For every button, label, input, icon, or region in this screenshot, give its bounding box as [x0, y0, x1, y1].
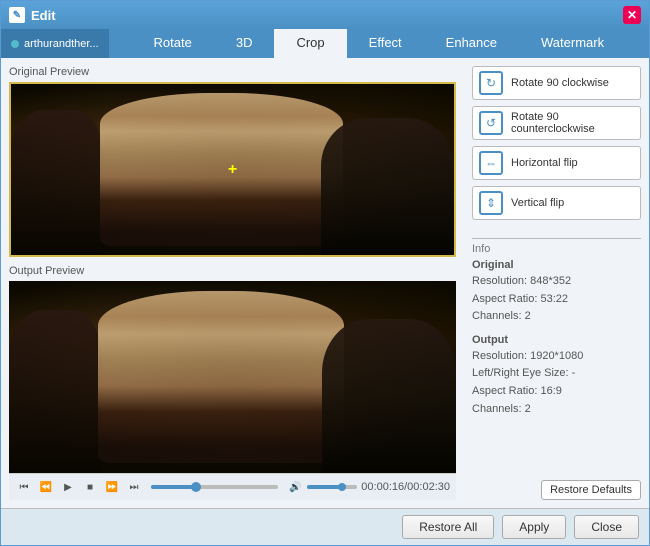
play-button[interactable]: ▶ [59, 478, 77, 496]
tab-effect[interactable]: Effect [347, 29, 424, 58]
output-section: Output Preview [9, 265, 456, 473]
file-dot [11, 40, 19, 48]
tab-crop[interactable]: Crop [274, 29, 346, 58]
bottom-bar: Restore All Apply Close [1, 508, 649, 545]
info-divider [472, 238, 641, 239]
original-preview: + [9, 82, 456, 257]
info-original-aspect: Aspect Ratio: 53:22 [472, 291, 641, 309]
info-original-block: Original Resolution: 848*352 Aspect Rati… [472, 259, 641, 326]
rotate-cw-icon: ↻ [479, 71, 503, 95]
info-original-label: Original [472, 259, 641, 271]
volume-fill [307, 485, 342, 489]
info-title: Info [472, 243, 641, 255]
volume-icon[interactable]: 🔊 [286, 478, 304, 496]
left-panel: Original Preview + Output Preview [1, 58, 464, 508]
rotate-cw-label: Rotate 90 clockwise [511, 77, 609, 89]
rotate-ccw-icon: ↺ [479, 111, 503, 135]
output-video-scene [9, 281, 456, 473]
title-bar: ✎ Edit ✕ [1, 1, 649, 29]
original-preview-label: Original Preview [9, 66, 456, 78]
apply-button[interactable]: Apply [502, 515, 566, 539]
close-button[interactable]: Close [574, 515, 639, 539]
crosshair-icon: + [228, 161, 237, 179]
info-output-aspect: Aspect Ratio: 16:9 [472, 383, 641, 401]
flip-h-label: Horizontal flip [511, 157, 578, 169]
tab-watermark[interactable]: Watermark [519, 29, 626, 58]
volume-area: 🔊 [286, 478, 357, 496]
controls-bar: ⏮ ⏪ ▶ ■ ⏩ ⏭ 🔊 00:00:16/00:02:30 [9, 473, 456, 500]
file-tab-label: arthurandther... [24, 38, 99, 50]
info-section: Info Original Resolution: 848*352 Aspect… [472, 234, 641, 426]
output-preview [9, 281, 456, 473]
tab-enhance[interactable]: Enhance [424, 29, 519, 58]
flip-v-button[interactable]: ⇕ Vertical flip [472, 186, 641, 220]
info-output-block: Output Resolution: 1920*1080 Left/Right … [472, 334, 641, 418]
rotate-ccw-button[interactable]: ↺ Rotate 90 counterclockwise [472, 106, 641, 140]
rotate-cw-button[interactable]: ↻ Rotate 90 clockwise [472, 66, 641, 100]
output-preview-label: Output Preview [9, 265, 456, 277]
progress-thumb[interactable] [191, 482, 201, 492]
info-output-channels: Channels: 2 [472, 401, 641, 419]
restore-all-button[interactable]: Restore All [402, 515, 494, 539]
original-video-scene: + [11, 84, 454, 255]
info-output-lr-size: Left/Right Eye Size: - [472, 365, 641, 383]
volume-thumb[interactable] [338, 483, 346, 491]
step-forward-button[interactable]: ⏩ [103, 478, 121, 496]
right-panel: ↻ Rotate 90 clockwise ↺ Rotate 90 counte… [464, 58, 649, 508]
info-original-channels: Channels: 2 [472, 308, 641, 326]
progress-fill [151, 485, 196, 489]
output-scene-ambient [9, 281, 456, 473]
info-output-resolution: Resolution: 1920*1080 [472, 348, 641, 366]
skip-back-button[interactable]: ⏮ [15, 478, 33, 496]
tab-bar: arthurandther... Rotate 3D Crop Effect E… [1, 29, 649, 58]
window-title: Edit [31, 8, 623, 23]
info-output-label: Output [472, 334, 641, 346]
progress-bar[interactable] [151, 485, 278, 489]
flip-h-button[interactable]: ⇔ Horizontal flip [472, 146, 641, 180]
window-icon: ✎ [9, 7, 25, 23]
flip-v-icon: ⇕ [479, 191, 503, 215]
file-tab[interactable]: arthurandther... [1, 29, 109, 58]
edit-window: ✎ Edit ✕ arthurandther... Rotate 3D Crop… [0, 0, 650, 546]
time-display: 00:00:16/00:02:30 [361, 481, 450, 493]
content-area: Original Preview + Output Preview [1, 58, 649, 508]
flip-v-label: Vertical flip [511, 197, 564, 209]
skip-forward-button[interactable]: ⏭ [125, 478, 143, 496]
stop-button[interactable]: ■ [81, 478, 99, 496]
tab-3d[interactable]: 3D [214, 29, 275, 58]
nav-tabs: Rotate 3D Crop Effect Enhance Watermark [109, 29, 649, 58]
volume-bar[interactable] [307, 485, 357, 489]
restore-defaults-button[interactable]: Restore Defaults [541, 480, 641, 500]
tab-rotate[interactable]: Rotate [132, 29, 214, 58]
step-back-button[interactable]: ⏪ [37, 478, 55, 496]
rotate-ccw-label: Rotate 90 counterclockwise [511, 111, 634, 135]
close-icon[interactable]: ✕ [623, 6, 641, 24]
info-original-resolution: Resolution: 848*352 [472, 273, 641, 291]
flip-h-icon: ⇔ [479, 151, 503, 175]
